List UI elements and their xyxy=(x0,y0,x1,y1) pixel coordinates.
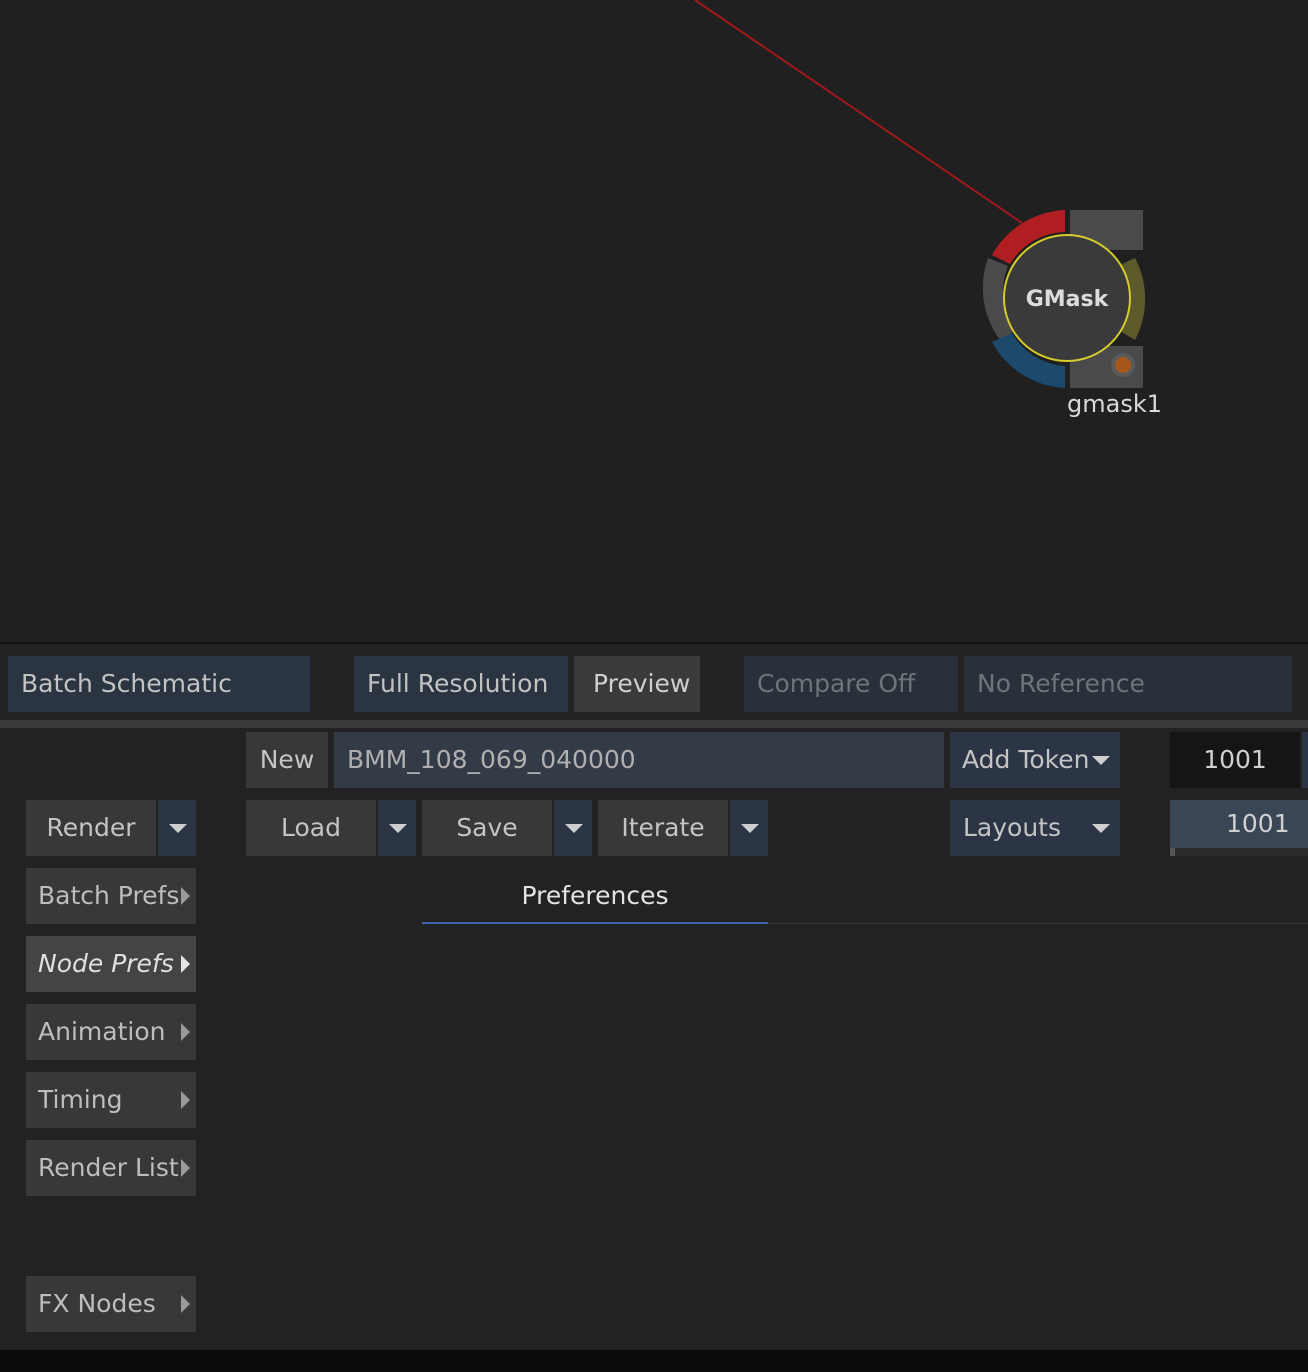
panel-divider[interactable] xyxy=(0,720,1308,728)
chevron-right-icon xyxy=(181,1023,190,1041)
frame-start-field[interactable]: 1001 xyxy=(1170,732,1300,788)
sidebar-item-node-prefs[interactable]: Node Prefs xyxy=(26,936,196,992)
render-button[interactable]: Render xyxy=(26,800,156,856)
layouts-dropdown[interactable]: Layouts xyxy=(950,800,1120,856)
save-options-chevron-down-icon[interactable] xyxy=(554,800,592,856)
render-options-chevron-down-icon[interactable] xyxy=(158,800,196,856)
sidebar-item-label: FX Nodes xyxy=(38,1289,156,1318)
load-options-chevron-down-icon[interactable] xyxy=(378,800,416,856)
layouts-label: Layouts xyxy=(963,813,1062,842)
save-button[interactable]: Save xyxy=(422,800,552,856)
setup-name-field[interactable]: BMM_108_069_040000 xyxy=(334,732,944,788)
node-accent-dot-inner xyxy=(1115,357,1131,373)
frame-current-field[interactable]: 1001 xyxy=(1170,800,1308,852)
add-token-dropdown[interactable]: Add Token xyxy=(950,732,1120,788)
load-button[interactable]: Load xyxy=(246,800,376,856)
reference-dropdown[interactable]: No Reference xyxy=(964,656,1292,712)
batch-schematic-canvas[interactable]: GMask gmask1 xyxy=(0,0,1308,644)
iterate-button[interactable]: Iterate xyxy=(598,800,728,856)
sidebar-item-label: Batch Prefs xyxy=(38,881,180,910)
new-button[interactable]: New xyxy=(246,732,328,788)
chevron-right-icon xyxy=(181,1295,190,1313)
compare-dropdown[interactable]: Compare Off xyxy=(744,656,958,712)
view-bar: Batch Schematic Full Resolution Preview … xyxy=(0,644,1308,720)
chevron-right-icon xyxy=(181,1091,190,1109)
sidebar-item-timing[interactable]: Timing xyxy=(26,1072,196,1128)
sidebar-item-animation[interactable]: Animation xyxy=(26,1004,196,1060)
add-token-label: Add Token xyxy=(962,745,1090,774)
sidebar-item-label: Animation xyxy=(38,1017,166,1046)
tab-preferences[interactable]: Preferences xyxy=(422,874,768,924)
node-type-label: GMask xyxy=(1026,287,1110,312)
schematic-graph: GMask xyxy=(694,0,1146,388)
chevron-down-icon xyxy=(1092,824,1110,833)
tab-underline xyxy=(768,923,1308,924)
sidebar-item-label: Timing xyxy=(38,1085,123,1114)
gmask-node[interactable]: GMask xyxy=(982,210,1146,388)
chevron-right-icon xyxy=(181,887,190,905)
frame-slider-track xyxy=(1170,848,1308,856)
view-mode-dropdown[interactable]: Batch Schematic xyxy=(8,656,310,712)
sidebar-item-fx-nodes[interactable]: FX Nodes xyxy=(26,1276,196,1332)
sidebar-item-render-list[interactable]: Render List xyxy=(26,1140,196,1196)
bottom-bar xyxy=(0,1350,1308,1372)
node-link xyxy=(694,0,1023,224)
frame-field-edge xyxy=(1302,732,1308,788)
node-name-label: gmask1 xyxy=(1067,390,1162,418)
sidebar-item-batch-prefs[interactable]: Batch Prefs xyxy=(26,868,196,924)
sidebar-item-label: Render List xyxy=(38,1153,179,1182)
chevron-down-icon xyxy=(1092,756,1110,765)
sidebar-item-label: Node Prefs xyxy=(38,949,174,978)
resolution-dropdown[interactable]: Full Resolution xyxy=(354,656,568,712)
iterate-options-chevron-down-icon[interactable] xyxy=(730,800,768,856)
chevron-right-icon xyxy=(181,1159,190,1177)
tab-preferences-label: Preferences xyxy=(521,881,669,910)
batch-panel: New BMM_108_069_040000 Add Token 1001 Re… xyxy=(0,728,1308,1350)
chevron-right-icon xyxy=(181,955,190,973)
preview-button[interactable]: Preview xyxy=(574,656,700,712)
